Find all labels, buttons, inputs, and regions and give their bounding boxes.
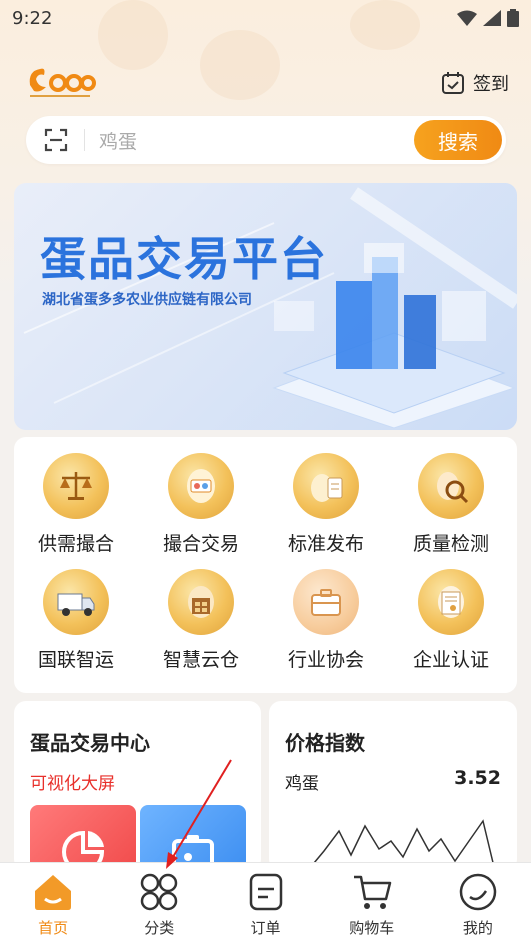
tab-home[interactable]: 首页	[0, 863, 106, 944]
grid-label: 供需撮合	[37, 533, 114, 555]
tab-profile[interactable]: 我的	[425, 863, 531, 944]
cart-icon	[353, 875, 391, 909]
banner-title: 蛋品交易平台	[40, 232, 328, 286]
category-icon	[141, 873, 178, 911]
calendar-check-icon	[442, 72, 464, 94]
grid-item-logistics[interactable]: 国联智运	[21, 569, 131, 672]
search-input[interactable]: 鸡蛋	[99, 127, 414, 154]
checkin-label: 签到	[473, 74, 509, 95]
truck-icon	[43, 569, 109, 635]
function-grid: 供需撮合 撮合交易 标准发布 质量检测 国联智运 智慧云仓 行业协会 企业认证	[14, 437, 517, 693]
egg-card-icon	[168, 453, 234, 519]
grid-label: 撮合交易	[162, 533, 239, 555]
grid-label: 标准发布	[287, 533, 364, 555]
search-divider	[84, 129, 85, 151]
search-bar[interactable]: 鸡蛋 搜索	[26, 116, 506, 164]
certificate-icon	[418, 569, 484, 635]
tab-label: 分类	[144, 919, 175, 937]
app-header: 签到	[0, 58, 531, 108]
tab-label: 首页	[38, 919, 69, 937]
grid-item-quality-check[interactable]: 质量检测	[396, 453, 506, 556]
grid-label: 国联智运	[37, 649, 114, 671]
logo[interactable]	[26, 63, 96, 103]
checkin-button[interactable]: 签到	[441, 70, 509, 96]
banner-subtitle: 湖北省蛋多多农业供应链有限公司	[42, 292, 252, 308]
dragon-logo-icon	[29, 68, 96, 97]
status-icons	[457, 9, 519, 27]
battery-icon	[507, 9, 519, 27]
egg-magnifier-icon	[418, 453, 484, 519]
grid-item-cloud-warehouse[interactable]: 智慧云仓	[146, 569, 256, 672]
signal-icon	[483, 10, 501, 26]
grid-label: 智慧云仓	[162, 649, 239, 671]
tab-orders[interactable]: 订单	[212, 863, 318, 944]
price-index-card[interactable]: 价格指数 鸡蛋 3.52	[269, 701, 517, 871]
tab-label: 我的	[462, 919, 493, 937]
grid-item-industry-association[interactable]: 行业协会	[271, 569, 381, 672]
grid-item-matching-trade[interactable]: 撮合交易	[146, 453, 256, 556]
grid-label: 企业认证	[412, 649, 489, 671]
search-button[interactable]: 搜索	[414, 120, 502, 160]
scale-icon	[43, 453, 109, 519]
bottom-tab-bar: 首页 分类 订单 购物车 我的	[0, 862, 531, 944]
tab-category[interactable]: 分类	[106, 863, 212, 944]
scan-icon[interactable]	[42, 126, 70, 154]
tab-label: 购物车	[349, 919, 395, 937]
tab-label: 订单	[250, 919, 281, 937]
status-bar: 9:22	[0, 0, 531, 36]
grid-item-supply-demand[interactable]: 供需撮合	[21, 453, 131, 556]
grid-label: 质量检测	[412, 533, 489, 555]
order-icon	[249, 873, 282, 911]
price-item-name: 鸡蛋	[285, 774, 319, 794]
status-time: 9:22	[12, 7, 53, 29]
wifi-icon	[457, 10, 477, 26]
price-value: 3.52	[454, 767, 501, 789]
egg-document-icon	[293, 453, 359, 519]
promo-banner[interactable]: 蛋品交易平台 湖北省蛋多多农业供应链有限公司	[14, 183, 517, 430]
briefcase-icon	[293, 569, 359, 635]
trade-center-title: 蛋品交易中心	[30, 731, 150, 755]
trade-center-card[interactable]: 蛋品交易中心 可视化大屏	[14, 701, 261, 871]
grid-item-standard-publish[interactable]: 标准发布	[271, 453, 381, 556]
home-icon	[35, 875, 72, 910]
price-index-title: 价格指数	[285, 731, 365, 755]
warehouse-icon	[168, 569, 234, 635]
profile-icon	[459, 873, 497, 911]
grid-item-enterprise-certification[interactable]: 企业认证	[396, 569, 506, 672]
visual-screen-link[interactable]: 可视化大屏	[30, 769, 115, 794]
grid-label: 行业协会	[287, 649, 364, 671]
tab-cart[interactable]: 购物车	[319, 863, 425, 944]
